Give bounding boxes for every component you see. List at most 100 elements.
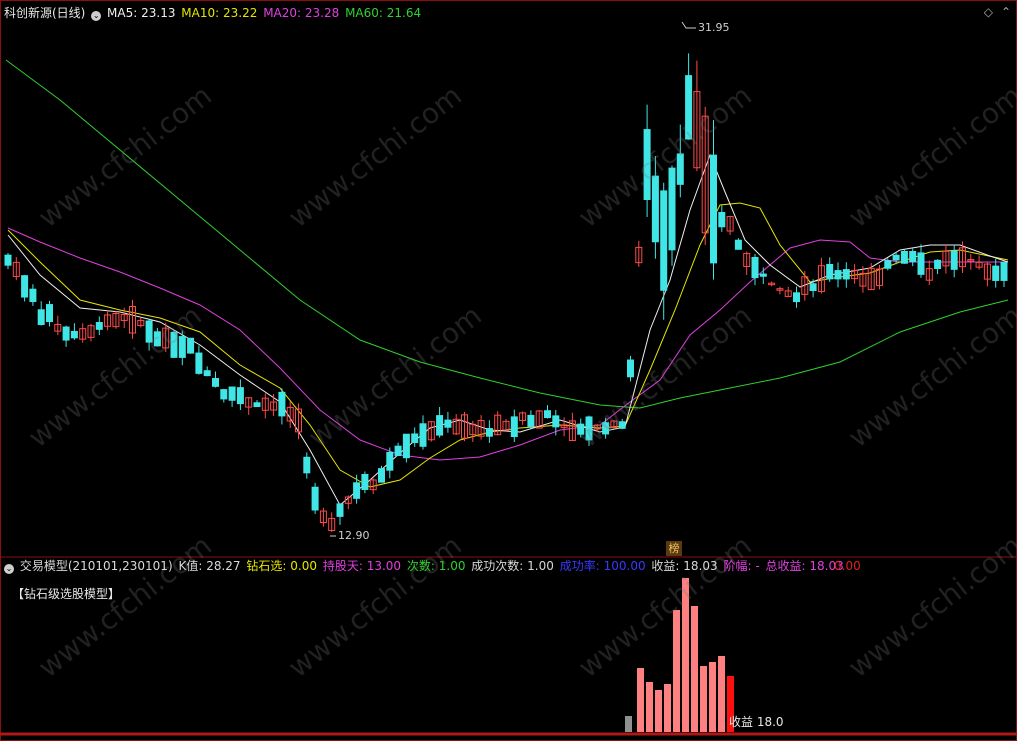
candle-body	[220, 389, 228, 400]
stock-title[interactable]: 科创新源(日线)	[4, 6, 85, 20]
candle-body	[934, 259, 942, 269]
candle-body	[195, 352, 203, 374]
candle-body	[685, 75, 693, 140]
indicator-bar	[637, 668, 644, 732]
high-marker-line	[681, 21, 696, 29]
candle-body	[651, 175, 659, 243]
candle-body	[900, 250, 908, 264]
candle-body	[552, 415, 560, 428]
candle-body	[278, 391, 286, 417]
low-price-label: 12.90	[338, 529, 370, 542]
rank-badge[interactable]: 榜	[666, 541, 682, 556]
profit-value: 18.03	[683, 559, 718, 573]
candle-body	[718, 212, 726, 228]
extra-value: 0.00	[834, 559, 861, 573]
candle-body	[46, 304, 53, 323]
ma5-label: MA5:	[107, 6, 138, 20]
candle-body	[668, 167, 676, 251]
candle-body	[793, 292, 800, 303]
indicator-bars	[625, 578, 734, 732]
candle-body	[29, 288, 37, 303]
zs-label: 钻石选:	[246, 559, 287, 573]
candle-body	[527, 414, 535, 428]
ma60-line	[5, 59, 1009, 409]
success-value: 1.00	[527, 559, 554, 573]
candlestick-series	[4, 53, 1008, 532]
indicator-bar	[709, 662, 716, 732]
candle-body	[95, 322, 103, 330]
indicator-bar	[664, 684, 671, 732]
candle-body	[544, 410, 551, 419]
candle-body	[228, 386, 236, 401]
total-label: 总收益:	[765, 559, 806, 573]
candle-body	[884, 260, 892, 269]
candle-body	[759, 273, 767, 277]
candle-body	[303, 456, 311, 474]
indicator-bar	[691, 606, 698, 732]
amp-label: 阶幅:	[723, 559, 752, 573]
indicator-bar	[646, 682, 653, 732]
chart-canvas[interactable]	[0, 0, 1017, 741]
candle-body	[585, 416, 593, 441]
candle-body	[510, 416, 518, 438]
candle-body	[178, 336, 186, 358]
indicator-bar	[718, 656, 725, 732]
candle-body	[212, 378, 219, 387]
candle-body	[361, 474, 369, 490]
candle-body	[751, 256, 759, 279]
candle-body	[618, 421, 626, 429]
candle-body	[992, 265, 1000, 281]
hold-value: 13.00	[366, 559, 402, 573]
candle-body	[627, 359, 634, 378]
candle-body	[1000, 261, 1008, 281]
indicator-bar	[682, 578, 689, 732]
candle-body	[145, 320, 153, 343]
candle-body	[826, 263, 834, 280]
ma10-value: 23.22	[223, 6, 258, 20]
candle-body	[378, 468, 385, 483]
amp-value: -	[755, 559, 760, 573]
diamond-icon[interactable]: ◇	[984, 5, 993, 19]
candle-body	[203, 370, 211, 377]
high-price-label: 31.95	[698, 21, 730, 34]
candle-body	[311, 486, 319, 511]
candle-body	[419, 423, 427, 447]
count-value: 1.00	[438, 559, 466, 573]
ma5-line	[7, 153, 1009, 506]
candle-body	[353, 482, 361, 499]
candle-body	[402, 433, 410, 459]
candle-body	[676, 153, 684, 185]
indicator-bar	[673, 610, 680, 732]
indicator-bar	[625, 716, 632, 732]
candle-body	[153, 331, 161, 347]
candle-body	[892, 254, 900, 261]
zs-value: 0.00	[290, 559, 317, 573]
candle-body	[436, 415, 444, 436]
chevron-down-icon[interactable]: ⌄	[4, 564, 14, 574]
main-chart-header: 科创新源(日线) ⌄ MA5: 23.13 MA10: 23.22 MA20: …	[4, 6, 423, 21]
candle-body	[170, 331, 178, 358]
candle-body	[577, 423, 585, 435]
indicator-name[interactable]: 交易模型(210101,230101)	[20, 559, 173, 573]
candle-body	[734, 239, 742, 250]
indicator-bar	[700, 666, 707, 732]
candle-body	[21, 275, 29, 298]
indicator-bar	[655, 690, 662, 732]
candle-body	[336, 503, 344, 517]
candle-body	[70, 330, 78, 339]
chevron-down-icon[interactable]: ⌄	[91, 11, 102, 21]
indicator-header: ⌄ 交易模型(210101,230101) K值: 28.27 钻石选: 0.0…	[4, 559, 846, 574]
ma20-value: 23.28	[304, 6, 340, 20]
collapse-icon[interactable]: ⌃	[1001, 5, 1011, 19]
candle-body	[394, 445, 402, 457]
candle-body	[62, 326, 70, 341]
ma60-value: 21.64	[386, 6, 422, 20]
k-value: 28.27	[206, 559, 241, 573]
candle-body	[660, 190, 668, 291]
candle-body	[386, 451, 394, 471]
model-title: 【钻石级选股模型】	[12, 587, 121, 601]
candle-body	[643, 129, 651, 201]
candle-body	[809, 283, 817, 292]
ma5-value: 23.13	[141, 6, 176, 20]
candle-body	[834, 270, 842, 280]
